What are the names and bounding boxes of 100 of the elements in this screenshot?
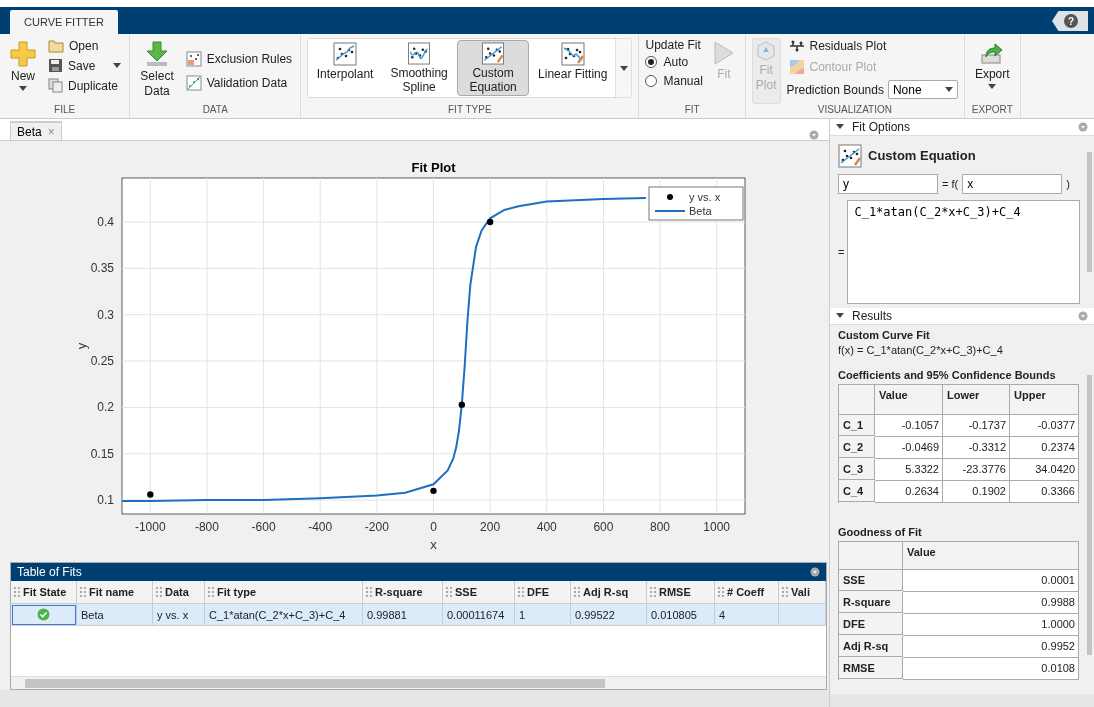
residuals-plot-button[interactable]: Residuals Plot — [786, 38, 958, 54]
save-button[interactable]: Save — [46, 57, 124, 74]
residuals-icon — [788, 39, 805, 53]
prediction-bounds-dropdown[interactable]: None — [887, 80, 958, 99]
data-point — [430, 487, 437, 495]
drag-handle-icon[interactable] — [14, 587, 20, 597]
legend-entry: y vs. x — [667, 191, 721, 203]
radio-option[interactable]: Manual — [645, 72, 703, 90]
select-data-button[interactable]: Select Data — [136, 38, 178, 104]
contour-map-icon — [788, 59, 805, 75]
column-header[interactable]: Fit type — [205, 581, 363, 604]
table-cell — [779, 604, 826, 626]
group-label: EXPORT — [970, 104, 1014, 117]
column-header[interactable]: RMSE — [647, 581, 715, 604]
document-tab[interactable]: Beta × — [10, 121, 62, 140]
drag-handle-icon[interactable] — [650, 587, 656, 597]
table-cell: 0.3366 — [1010, 480, 1079, 503]
column-header: Lower — [943, 384, 1010, 415]
x-tick-label: 0 — [430, 520, 437, 534]
fit-type-option[interactable]: Interpolant — [309, 40, 382, 96]
duplicate-button[interactable]: Duplicate — [46, 77, 124, 94]
chart-title: Fit Plot — [411, 160, 456, 175]
prediction-bounds-label: Prediction Bounds — [786, 82, 884, 97]
column-header: Value — [903, 541, 1079, 570]
group-label: FILE — [53, 104, 77, 117]
column-header[interactable]: R-square — [363, 581, 443, 604]
scatter-chart-icon — [185, 51, 202, 67]
horizontal-scrollbar[interactable] — [11, 676, 826, 689]
vertical-scrollbar[interactable] — [1087, 151, 1092, 272]
column-header[interactable]: Data — [153, 581, 205, 604]
y-tick-label: 0.4 — [97, 215, 114, 230]
table-cell: Beta — [77, 604, 153, 626]
drag-handle-icon[interactable] — [718, 587, 724, 597]
radio-button[interactable] — [645, 75, 658, 87]
fit-formula: f(x) = C_1*atan(C_2*x+C_3)+C_4 — [838, 343, 1004, 356]
app-tab[interactable]: CURVE FITTER — [10, 10, 118, 34]
curve-chart-icon — [560, 42, 585, 66]
vertical-scrollbar[interactable] — [1087, 374, 1092, 655]
gallery-more-button[interactable] — [615, 39, 632, 97]
x-tick-label: -600 — [251, 520, 276, 534]
drag-handle-icon[interactable] — [782, 587, 788, 597]
help-button[interactable]: ? — [1052, 11, 1088, 31]
drag-handle-icon[interactable] — [80, 587, 86, 597]
group-label: VISUALIZATION — [816, 104, 893, 117]
export-button[interactable]: Export — [970, 38, 1014, 104]
fit-type-option[interactable]: Linear Fitting — [531, 40, 615, 96]
equation-title: Custom Equation — [868, 148, 976, 164]
radio-button[interactable] — [645, 56, 658, 68]
drag-handle-icon[interactable] — [156, 587, 162, 597]
download-arrow-icon — [145, 41, 170, 67]
column-header[interactable]: Vali — [779, 581, 826, 604]
table-cell: 0.2634 — [875, 480, 943, 503]
caret-down-icon — [619, 65, 628, 71]
legend-label: Beta — [689, 205, 713, 217]
table-cell: 5.3322 — [875, 458, 943, 481]
panel-menu-icon[interactable] — [810, 567, 820, 577]
caret-down-icon — [988, 84, 997, 89]
validation-data-button[interactable]: Validation Data — [183, 74, 295, 92]
caret-down-icon — [944, 87, 953, 92]
drag-handle-icon[interactable] — [366, 587, 372, 597]
output-variable-field[interactable]: y — [838, 173, 938, 194]
copy-icon — [48, 78, 63, 93]
curve-chart-icon — [838, 143, 862, 168]
x-tick-label: 200 — [480, 520, 501, 534]
fit-type-option[interactable]: Custom Equation — [457, 40, 530, 96]
column-header: Upper — [1010, 384, 1079, 415]
column-header[interactable]: SSE — [443, 581, 515, 604]
drag-handle-icon[interactable] — [518, 587, 524, 597]
drag-handle-icon[interactable] — [446, 587, 452, 597]
radio-option[interactable]: Auto — [645, 53, 703, 71]
column-header[interactable]: # Coeff — [715, 581, 779, 604]
table-cell: 1.0000 — [903, 613, 1079, 636]
open-button[interactable]: Open — [46, 38, 124, 54]
input-variable-field[interactable]: x — [962, 173, 1063, 194]
panel-title: Table of Fits — [17, 565, 82, 579]
column-header[interactable]: Fit name — [77, 581, 153, 604]
table-title: Goodness of Fit — [838, 525, 923, 538]
fit-type-option[interactable]: Smoothing Spline — [383, 40, 456, 96]
y-tick-label: 0.2 — [97, 400, 114, 415]
column-header[interactable]: Adj R-sq — [571, 581, 647, 604]
exclusion-rules-button[interactable]: Exclusion Rules — [183, 50, 295, 68]
fit-state-cell[interactable] — [11, 604, 77, 626]
drag-handle-icon[interactable] — [208, 587, 214, 597]
data-point — [147, 491, 154, 498]
table-cell: 1 — [515, 604, 571, 626]
column-header[interactable]: Fit State — [11, 581, 77, 604]
table-cell: 0.9952 — [903, 635, 1079, 658]
new-button[interactable]: New — [6, 38, 40, 104]
x-tick-label: -200 — [364, 520, 389, 534]
curve-chart-icon — [481, 42, 506, 65]
legend-entry: Beta — [654, 205, 712, 217]
column-header: Value — [875, 384, 943, 415]
x-tick-label: 400 — [536, 520, 557, 534]
equation-field[interactable]: C_1*atan(C_2*x+C_3)+C_4 — [847, 199, 1080, 304]
table-cell: 0.2374 — [1010, 436, 1079, 459]
scatter-chart-icon — [185, 75, 202, 91]
column-header[interactable]: DFE — [515, 581, 571, 604]
legend-label: y vs. x — [689, 191, 721, 203]
plus-icon — [10, 41, 36, 67]
drag-handle-icon[interactable] — [574, 587, 580, 597]
